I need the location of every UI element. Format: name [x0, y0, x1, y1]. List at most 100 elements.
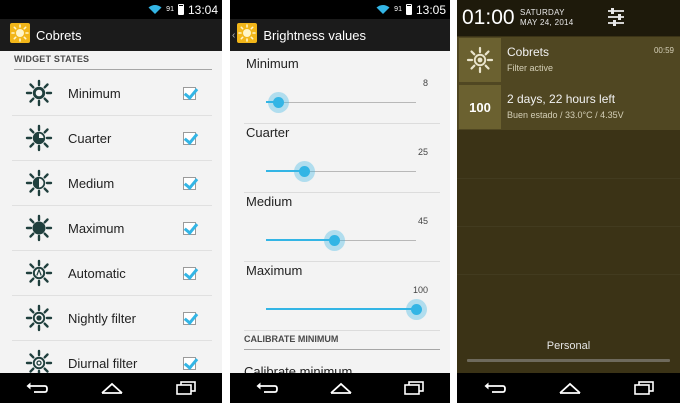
slider-thumb[interactable]	[323, 230, 345, 251]
status-bar: 91 13:05	[230, 0, 450, 19]
sun-maximum-icon	[24, 214, 54, 242]
list-item-minimum[interactable]: Minimum	[12, 71, 212, 116]
slider-cuarter: Cuarter 25	[244, 124, 440, 193]
wifi-icon	[376, 5, 390, 14]
clock: 13:04	[187, 2, 218, 17]
shade-clock: 01:00	[462, 6, 515, 29]
notification-time: 00:59	[653, 46, 674, 55]
action-bar: Cobrets	[0, 19, 222, 51]
slider-minimum: Minimum 8	[244, 55, 440, 124]
list-item-label: Medium	[68, 175, 115, 191]
widget-state-list: Minimum Cuarter Medium Maximum Automatic…	[12, 71, 212, 386]
ghost-line	[457, 226, 680, 227]
list-item-label: Nightly filter	[68, 310, 136, 326]
list-item-medium[interactable]: Medium	[12, 161, 212, 206]
back-icon[interactable]	[255, 381, 279, 395]
home-icon[interactable]	[329, 382, 353, 394]
navigation-bar	[230, 373, 450, 403]
list-item-label: Diurnal filter	[68, 355, 138, 371]
recent-apps-icon[interactable]	[403, 381, 425, 395]
checkbox-minimum[interactable]	[183, 86, 196, 100]
recent-apps-icon[interactable]	[175, 381, 197, 395]
back-icon[interactable]	[25, 381, 49, 395]
shade-day: SATURDAY	[520, 8, 565, 17]
notification-app-icon	[459, 38, 501, 82]
section-header-calibrate-minimum: CALIBRATE MINIMUM	[244, 333, 440, 350]
slider-fill	[266, 308, 416, 310]
notification-subtitle: Filter active	[507, 63, 554, 73]
app-logo-icon[interactable]	[10, 22, 30, 48]
slider-track[interactable]	[266, 299, 427, 320]
list-item-cuarter[interactable]: Cuarter	[12, 116, 212, 161]
checkbox-nightly-filter[interactable]	[183, 311, 196, 325]
notification-title: Cobrets	[507, 45, 550, 59]
notification-battery[interactable]: 100 2 days, 22 hours left Buen estado / …	[457, 84, 680, 131]
slider-value: 25	[417, 147, 428, 157]
slider-value: 45	[417, 216, 428, 226]
recent-apps-icon[interactable]	[633, 381, 655, 395]
clock: 13:05	[415, 2, 446, 17]
slider-value: 100	[412, 285, 428, 295]
shade-drag-handle[interactable]	[467, 359, 670, 362]
app-logo-icon[interactable]	[237, 22, 258, 48]
phone-brightness-values: 91 13:05 ‹ Brightness values Minimum 8 C…	[230, 0, 450, 403]
slider-maximum: Maximum 100	[244, 262, 440, 331]
slider-track[interactable]	[266, 92, 416, 113]
ghost-line	[457, 274, 680, 275]
phone-notification-shade: 01:00 SATURDAY MAY 24, 2014 Cobrets Filt…	[457, 0, 680, 403]
screen-title: Brightness values	[263, 27, 366, 43]
checkbox-diurnal-filter[interactable]	[183, 356, 196, 370]
sun-medium-icon	[24, 169, 54, 197]
navigation-bar	[0, 373, 222, 403]
phone-widget-states: 91 13:04 Cobrets WIDGET STATES Minimum C…	[0, 0, 222, 403]
sun-automatic-icon	[24, 259, 54, 287]
battery-percent: 100	[469, 99, 491, 115]
notification-title: 2 days, 22 hours left	[507, 92, 616, 106]
slider-value: 8	[422, 78, 428, 88]
checkbox-maximum[interactable]	[183, 221, 196, 235]
ghost-line	[457, 178, 680, 179]
up-caret-icon[interactable]: ‹	[232, 30, 235, 41]
list-item-automatic[interactable]: Automatic	[12, 251, 212, 296]
sun-minimum-icon	[24, 79, 54, 107]
slider-label: Cuarter	[246, 125, 290, 140]
notification-shade-header: 01:00 SATURDAY MAY 24, 2014	[457, 0, 680, 36]
checkbox-medium[interactable]	[183, 176, 196, 190]
battery-badge: 100	[459, 85, 501, 129]
home-icon[interactable]	[558, 382, 582, 394]
user-profile-label[interactable]: Personal	[457, 340, 680, 352]
sun-icon	[466, 46, 494, 74]
wifi-icon	[148, 5, 162, 14]
notification-subtitle: Buen estado / 33.0°C / 4.35V	[507, 110, 624, 120]
battery-icon	[177, 4, 184, 15]
slider-medium: Medium 45	[244, 193, 440, 262]
shade-background	[457, 130, 680, 373]
home-icon[interactable]	[100, 382, 124, 394]
battery-icon	[405, 4, 412, 15]
app-title: Cobrets	[36, 27, 82, 43]
list-item-label: Cuarter	[68, 130, 112, 146]
sun-nightly-icon	[24, 304, 54, 332]
status-bar: 91 13:04	[0, 0, 222, 19]
slider-track[interactable]	[266, 230, 416, 251]
list-item-nightly-filter[interactable]: Nightly filter	[12, 296, 212, 341]
quick-settings-icon[interactable]	[607, 8, 625, 26]
slider-track[interactable]	[266, 161, 416, 182]
slider-thumb[interactable]	[293, 161, 315, 182]
back-icon[interactable]	[483, 381, 507, 395]
slider-thumb[interactable]	[406, 299, 427, 320]
slider-thumb[interactable]	[268, 92, 289, 113]
slider-label: Medium	[246, 194, 293, 209]
list-item-label: Automatic	[68, 265, 126, 281]
checkbox-cuarter[interactable]	[183, 131, 196, 145]
action-bar: ‹ Brightness values	[230, 19, 450, 51]
slider-label: Minimum	[246, 56, 299, 71]
checkbox-automatic[interactable]	[183, 266, 196, 280]
battery-level: 91	[166, 6, 174, 13]
notification-cobrets[interactable]: Cobrets Filter active 00:59	[457, 37, 680, 84]
list-item-maximum[interactable]: Maximum	[12, 206, 212, 251]
section-header-widget-states: WIDGET STATES	[14, 53, 212, 70]
battery-level: 91	[394, 6, 402, 13]
list-item-label: Maximum	[68, 220, 125, 236]
navigation-bar	[457, 373, 680, 403]
